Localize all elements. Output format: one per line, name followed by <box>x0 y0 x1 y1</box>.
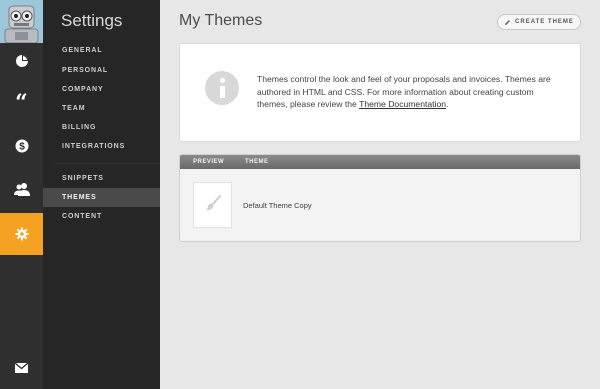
rail-settings[interactable] <box>0 213 43 255</box>
gear-icon <box>15 227 29 241</box>
settings-nav: Settings GENERAL PERSONAL COMPANY TEAM B… <box>43 0 160 389</box>
pie-chart-icon <box>15 54 29 68</box>
pencil-icon <box>504 13 511 31</box>
create-theme-label: CREATE THEME <box>515 19 574 25</box>
nav-item-themes[interactable]: THEMES <box>43 188 160 207</box>
info-text-end: . <box>446 99 449 109</box>
nav-item-snippets[interactable]: SNIPPETS <box>43 169 160 188</box>
nav-item-billing[interactable]: BILLING <box>43 118 160 137</box>
rail-clients[interactable] <box>0 171 43 207</box>
table-row[interactable]: Default Theme Copy <box>180 169 580 241</box>
nav-item-integrations[interactable]: INTEGRATIONS <box>43 137 160 156</box>
theme-documentation-link[interactable]: Theme Documentation <box>359 99 446 109</box>
mail-icon <box>15 363 28 373</box>
dollar-icon: $ <box>15 139 29 153</box>
info-text: Themes control the look and feel of your… <box>257 73 557 111</box>
nav-item-team[interactable]: TEAM <box>43 99 160 118</box>
nav-item-content[interactable]: CONTENT <box>43 207 160 226</box>
info-icon <box>205 71 239 105</box>
rail-dashboard[interactable] <box>0 43 43 79</box>
brush-icon <box>204 194 222 217</box>
themes-table: PREVIEW THEME Default Theme Copy <box>179 154 581 242</box>
quote-icon: “ <box>15 90 28 116</box>
nav-item-company[interactable]: COMPANY <box>43 80 160 99</box>
svg-text:$: $ <box>19 142 25 153</box>
nav-item-general[interactable]: GENERAL <box>43 41 160 60</box>
create-theme-button[interactable]: CREATE THEME <box>497 14 581 30</box>
nav-divider <box>55 163 160 164</box>
column-header-preview: PREVIEW <box>193 159 225 165</box>
column-header-theme: THEME <box>245 159 269 165</box>
rail-messages[interactable] <box>0 350 43 386</box>
rail-invoices[interactable]: $ <box>0 128 43 164</box>
page-title: My Themes <box>179 12 263 29</box>
app-window: “ $ Settings GENERAL PERSONAL COMPANY TE… <box>0 0 600 389</box>
info-card: Themes control the look and feel of your… <box>179 43 581 142</box>
rail-proposals[interactable]: “ <box>0 85 43 121</box>
main-content: My Themes CREATE THEME Themes control th… <box>160 0 600 389</box>
table-header: PREVIEW THEME <box>180 155 580 169</box>
users-icon <box>13 182 30 196</box>
icon-rail: “ $ <box>0 0 43 389</box>
theme-name[interactable]: Default Theme Copy <box>243 201 312 210</box>
avatar[interactable] <box>0 0 43 43</box>
nav-title: Settings <box>61 11 123 30</box>
theme-preview-thumbnail[interactable] <box>193 182 232 228</box>
nav-item-personal[interactable]: PERSONAL <box>43 61 160 80</box>
